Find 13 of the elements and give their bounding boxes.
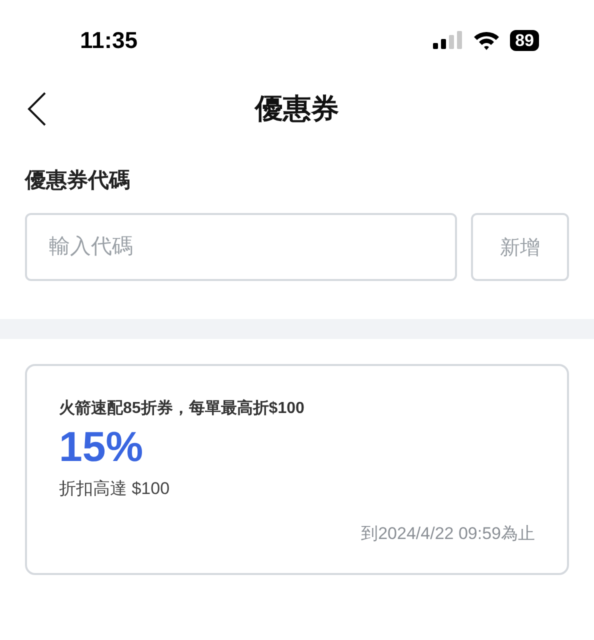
signal-icon — [433, 31, 464, 49]
coupon-title: 火箭速配85折券，每單最高折$100 — [59, 398, 306, 419]
back-icon[interactable] — [27, 92, 47, 126]
page-title: 優惠券 — [255, 92, 339, 126]
discount-value: 15% — [59, 422, 144, 472]
wifi-icon — [473, 30, 500, 50]
discount-limit: 折扣高達 $100 — [59, 478, 171, 500]
section-label: 優惠券代碼 — [25, 168, 131, 194]
coupon-card[interactable]: 火箭速配85折券，每單最高折$100 15% 折扣高達 $100 到2024/4/22 09:59為止 — [25, 364, 569, 575]
expiry-date: 到2024/4/22 09:59為止 — [361, 523, 535, 545]
code-input-field[interactable]: 輸入代碼 — [25, 213, 457, 281]
status-time: 11:35 — [80, 26, 138, 54]
battery-indicator: 89 — [510, 30, 539, 50]
